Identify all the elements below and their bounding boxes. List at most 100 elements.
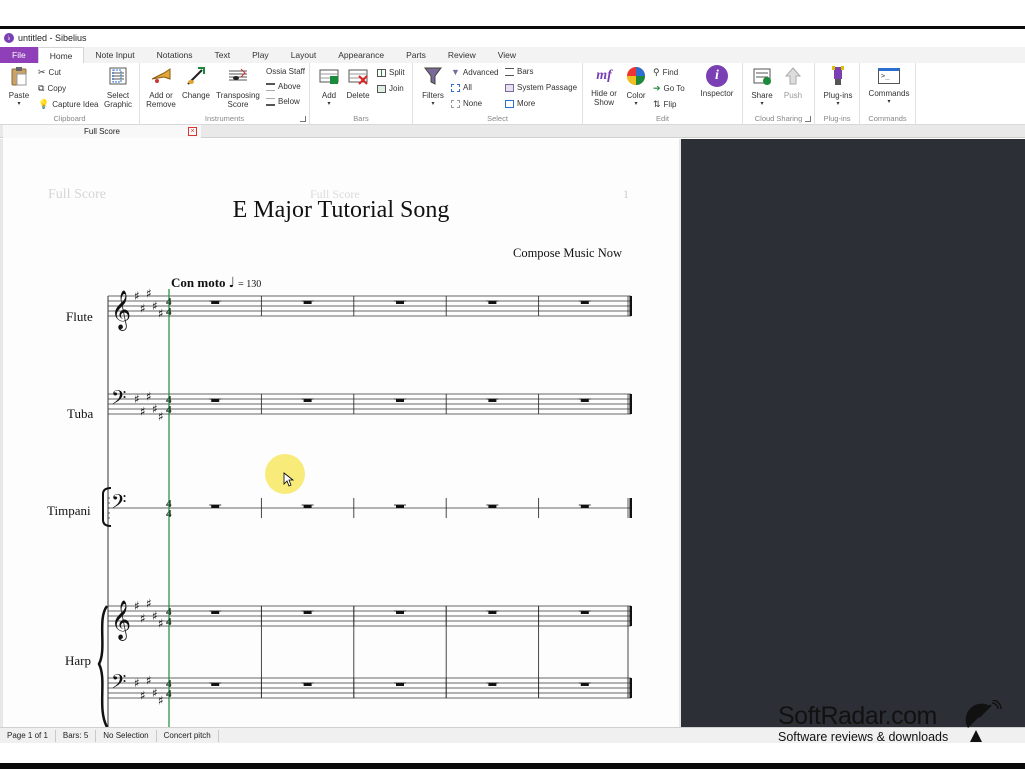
bass-clef-icon: 𝄢 [111,670,126,698]
advanced-select-button[interactable]: ▼ Advanced [451,67,499,77]
sharp-sign: ♯ [140,612,146,626]
whole-rest [580,611,589,614]
tab-note-input[interactable]: Note Input [84,47,145,63]
whole-rest [303,301,312,304]
transposing-score-icon [229,68,247,81]
add-bar-icon [319,69,339,84]
bass-clef-icon: 𝄢 [111,386,126,414]
hide-show-button[interactable]: mf Hide or Show [587,65,621,107]
final-barline-thick [629,296,632,316]
tab-full-score[interactable]: Full Score × [3,125,201,138]
sharp-sign: ♯ [134,289,140,303]
group-commands: >_ Commands ▾ Commands [860,63,916,125]
close-tab-icon[interactable]: × [188,127,197,136]
whole-rest [211,611,220,614]
clipboard-group-label: Clipboard [53,114,86,123]
whole-rest [211,505,220,508]
push-button[interactable]: Push [779,65,807,100]
group-instruments: Add or Remove Change Transposing Score O… [140,63,310,125]
inspector-button[interactable]: i Inspector [697,65,737,98]
ossia-below-button[interactable]: Below [266,97,300,106]
ossia-above-button[interactable]: Above [266,82,301,91]
sharp-sign: ♯ [134,599,140,613]
goto-button[interactable]: ➔ Go To [653,83,685,94]
staff-below-icon [266,97,275,106]
sharp-sign: ♯ [134,392,140,406]
status-page[interactable]: Page 1 of 1 [0,729,56,742]
change-instrument-button[interactable]: Change [180,65,212,100]
sharp-sign: ♯ [140,302,146,316]
tab-notations[interactable]: Notations [146,47,204,63]
join-bar-button[interactable]: Join [377,84,404,93]
hide-show-label-1: Hide or [591,89,617,98]
select-bars-button[interactable]: Bars [505,67,533,76]
sharp-sign: ♯ [152,402,158,416]
tab-home[interactable]: Home [37,47,85,63]
copy-button[interactable]: ⧉ Copy [38,83,66,94]
tab-view[interactable]: View [487,47,527,63]
group-select: Filters ▾ ▼ Advanced All None Bars System… [413,63,583,125]
score-page[interactable]: Full Score Full Score 1 E Major Tutorial… [3,139,679,727]
whole-rest [396,399,404,402]
whole-rest [488,683,497,686]
commands-label: Commands [868,89,910,98]
add-bar-button[interactable]: Add ▾ [316,65,342,109]
add-remove-instruments-button[interactable]: Add or Remove [144,65,178,109]
add-bar-label: Add [321,91,337,100]
select-graphic-button[interactable]: Select Graphic [101,65,135,109]
delete-bar-button[interactable]: Delete [344,65,372,100]
whole-rest [580,683,589,686]
find-button[interactable]: ⚲ Find [653,67,678,78]
status-pitch[interactable]: Concert pitch [157,729,219,742]
commands-group-label: Commands [868,114,907,123]
color-label: Color [626,91,646,100]
tab-appearance[interactable]: Appearance [327,47,395,63]
score-staves[interactable]: 𝄞♯♯♯♯♯44𝄢♯♯♯♯♯44𝄢44𝄞♯♯♯♯♯44𝄢♯♯♯♯♯44 [3,139,679,727]
cut-button[interactable]: ✂ Cut [38,67,61,78]
binoculars-icon: ⚲ [653,67,660,77]
harp-brace [97,605,109,727]
filters-button[interactable]: Filters ▾ [419,65,447,109]
select-more-button[interactable]: More [505,99,535,108]
paste-button[interactable]: Paste ▾ [6,65,32,109]
sharp-sign: ♯ [152,299,158,313]
tab-parts[interactable]: Parts [395,47,437,63]
cloud-group-label: Cloud Sharing [754,114,803,123]
bass-clef-icon: 𝄢 [111,490,126,518]
command-prompt-icon: >_ [878,68,900,84]
join-icon [377,84,386,93]
plugins-group-label: Plug-ins [823,114,851,123]
tab-text[interactable]: Text [204,47,242,63]
split-icon [377,68,386,77]
change-instrument-icon [187,67,205,85]
tab-file[interactable]: File [0,47,38,63]
tab-play[interactable]: Play [241,47,280,63]
select-all-button[interactable]: All [451,83,472,92]
split-bar-button[interactable]: Split [377,68,405,77]
capture-label: Capture Idea [52,100,99,109]
color-button[interactable]: Color ▾ [623,65,649,109]
plugins-button[interactable]: Plug-ins ▾ [819,65,857,109]
select-graphic-label-2: Graphic [103,100,132,109]
share-icon [753,68,771,85]
group-edit: mf Hide or Show Color ▾ ⚲ Find ➔ Go To ⇅ Fl… [583,63,743,125]
share-button[interactable]: Share ▾ [747,65,777,109]
transposing-label-2: Score [227,100,249,109]
whole-rest [303,399,312,402]
flip-button[interactable]: ⇅ Flip [653,99,676,110]
select-none-button[interactable]: None [451,99,482,108]
select-group-label: Select [487,114,508,123]
final-barline-thick [629,678,632,698]
final-barline-thick [629,394,632,414]
whole-rest [580,399,589,402]
sharp-sign: ♯ [152,609,158,623]
tab-layout[interactable]: Layout [280,47,328,63]
capture-idea-button[interactable]: 💡 Capture Idea [38,99,98,110]
system-passage-icon [505,83,514,92]
inspector-label: Inspector [700,89,734,98]
tab-review[interactable]: Review [437,47,487,63]
commands-button[interactable]: >_ Commands ▾ [864,65,914,107]
transposing-score-button[interactable]: Transposing Score [214,65,262,109]
system-passage-button[interactable]: System Passage [505,83,577,92]
whole-rest [211,399,220,402]
